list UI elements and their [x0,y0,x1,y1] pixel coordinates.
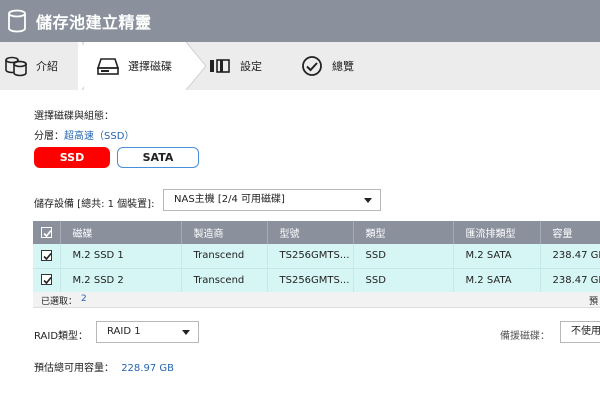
storage-device-select[interactable]: NAS主機 [2/4 可用磁碟] [163,189,381,211]
section-heading: 選擇磁碟與組態： [34,111,114,122]
tier-info: 分層：超高速（SSD） [34,127,134,142]
sata-button[interactable]: SATA [117,147,199,168]
tier-value-link[interactable]: 超高速（SSD） [64,131,134,142]
estimated-capacity: 預估總可用容量： 228.97 GB [34,359,174,374]
ssd-button[interactable]: SSD [34,147,110,168]
spare-disk-select[interactable]: 不使用 [560,321,600,343]
cell-disk: M.2 SSD 2 [60,268,182,293]
spare-disk-label: 備援磁碟： [500,331,550,342]
column-header-type[interactable]: 類型 [353,221,454,244]
check-circle-icon [302,56,322,76]
storage-device-label: 儲存設備 [總共: 1 個裝置]: [34,199,155,210]
step-intro[interactable]: 介紹 [4,42,84,90]
step-label: 選擇磁碟 [128,60,172,73]
step-label: 總覽 [332,60,354,73]
storage-device-value: NAS主機 [2/4 可用磁碟] [174,194,285,205]
column-header-model[interactable]: 型號 [267,221,354,244]
step-summary[interactable]: 總覽 [300,42,380,90]
title-bar: 儲存池建立精靈 [0,0,600,42]
chevron-down-icon [182,330,190,335]
step-label: 介紹 [36,60,58,73]
cell-disk: M.2 SSD 1 [60,244,182,269]
column-header-vendor[interactable]: 製造商 [181,221,268,244]
raid-type-select[interactable]: RAID 1 [96,321,199,343]
wizard-steps: 介紹 選擇磁碟 設定 總覽 [0,42,600,90]
cell-model: TS256GMTS... [267,244,354,269]
table-row[interactable]: M.2 SSD 2 Transcend TS256GMTS... SSD M.2… [33,268,600,293]
table-row[interactable]: M.2 SSD 1 Transcend TS256GMTS... SSD M.2… [33,244,600,269]
cell-bus: M.2 SATA [453,244,541,269]
storage-pool-icon [5,56,27,77]
selected-count-value: 2 [81,294,87,304]
step-select-disks[interactable]: 選擇磁碟 [84,42,186,90]
row-checkbox-cell[interactable] [33,268,61,293]
cell-capacity: 238.47 GB [540,244,600,269]
cell-vendor: Transcend [181,244,268,269]
disk-table: 磁碟 製造商 型號 類型 匯流排類型 容量 M.2 SSD 1 Transcen… [33,221,600,293]
wizard-content: 選擇磁碟與組態： 分層：超高速（SSD） SSD SATA 儲存設備 [總共: … [0,90,600,400]
database-icon [8,9,26,33]
table-footer-right-text: 預 [589,297,599,307]
hard-drive-icon [96,58,120,75]
table-header-row: 磁碟 製造商 型號 類型 匯流排類型 容量 [33,221,600,244]
cell-type: SSD [353,268,454,293]
row-checkbox[interactable] [40,250,52,261]
table-footer: 已選取： 2 預 [33,292,600,308]
step-settings[interactable]: 設定 [208,42,288,90]
selected-count-label: 已選取： [41,297,78,307]
raid-settings-icon [210,59,230,73]
cell-model: TS256GMTS... [267,268,354,293]
column-header-bus-type[interactable]: 匯流排類型 [453,221,541,244]
step-separator [186,42,206,90]
estimated-capacity-label: 預估總可用容量： [34,363,114,374]
column-header-disk[interactable]: 磁碟 [60,221,182,244]
step-label: 設定 [240,60,262,73]
tier-prefix: 分層： [34,131,64,142]
row-checkbox-cell[interactable] [33,244,61,269]
cell-capacity: 238.47 GB [540,268,600,293]
spare-disk-value: 不使用 [571,326,600,337]
raid-type-label: RAID類型： [34,331,89,342]
select-all-checkbox[interactable] [40,226,52,238]
cell-bus: M.2 SATA [453,268,541,293]
select-all-checkbox-cell[interactable] [33,221,61,244]
raid-type-value: RAID 1 [107,326,141,337]
estimated-capacity-value: 228.97 GB [121,363,174,374]
window-title: 儲存池建立精靈 [36,13,152,32]
column-header-capacity[interactable]: 容量 [540,221,600,244]
cell-type: SSD [353,244,454,269]
cell-vendor: Transcend [181,268,268,293]
chevron-down-icon [364,198,372,203]
row-checkbox[interactable] [40,274,52,286]
